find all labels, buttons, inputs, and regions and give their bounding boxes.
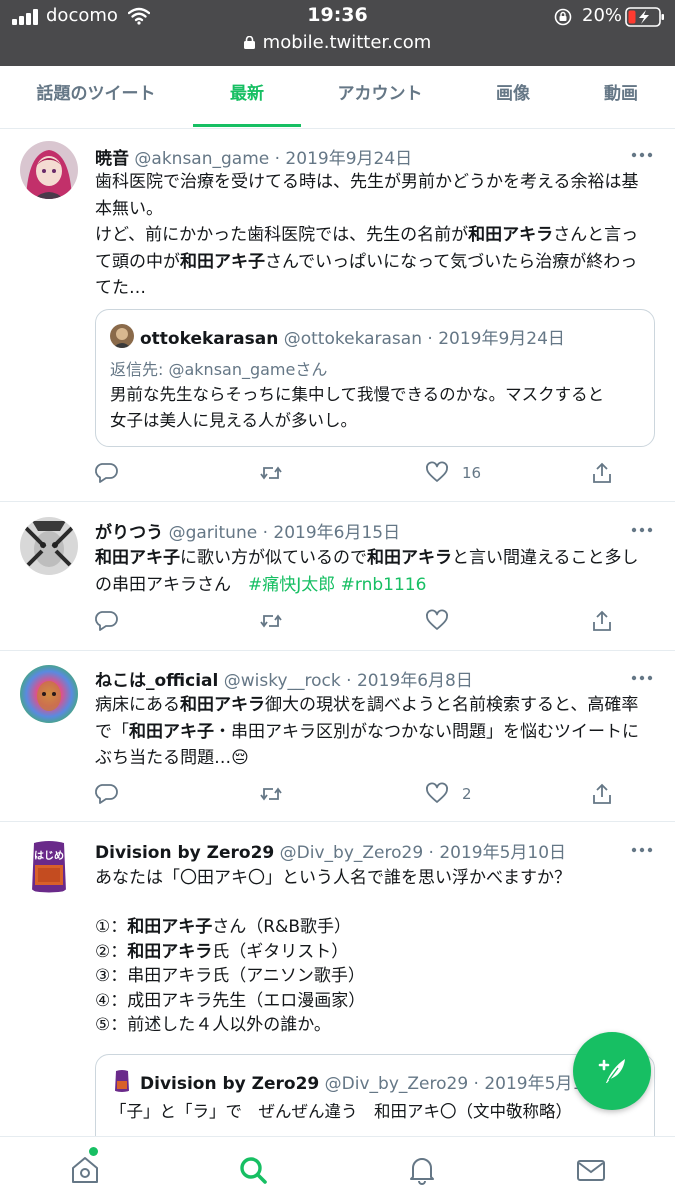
reply-icon[interactable] <box>94 782 118 806</box>
tab-videos[interactable]: 動画 <box>582 66 660 128</box>
tab-latest[interactable]: 最新 <box>193 66 301 128</box>
display-name: ottokekarasan <box>140 329 279 349</box>
tab-photos[interactable]: 画像 <box>470 66 556 128</box>
quoted-tweet-header: ottokekarasan @ottokekarasan · 2019年9月24… <box>140 324 565 349</box>
url-text: mobile.twitter.com <box>262 32 432 53</box>
bottom-navigation <box>0 1136 675 1200</box>
tab-accounts[interactable]: アカウント <box>320 66 440 128</box>
tweet-text: 病床にある和田アキラ御大の現状を調べようと名前検索すると、高確率 で「和田アキ子… <box>95 695 639 768</box>
display-name[interactable]: 暁音 <box>95 149 129 169</box>
compose-tweet-button[interactable] <box>573 1032 651 1110</box>
display-name[interactable]: Division by Zero29 <box>95 843 274 863</box>
search-icon[interactable] <box>238 1155 268 1185</box>
tweet-header: 暁音 @aknsan_game · 2019年9月24日 <box>95 144 412 169</box>
tweet[interactable]: ねこは_official @wisky__rock · 2019年6月8日 病床… <box>0 651 675 822</box>
battery-percentage: 20% <box>582 5 623 26</box>
more-icon[interactable] <box>630 526 654 534</box>
share-icon[interactable] <box>590 609 614 633</box>
tab-top[interactable]: 話題のツイート <box>16 66 176 128</box>
reply-to-label: 返信先: @aknsan_gameさん <box>110 360 328 379</box>
handle-and-date[interactable]: @garitune · 2019年6月15日 <box>169 523 401 543</box>
avatar <box>110 1069 134 1093</box>
tweet[interactable]: はじめ Division by Zero29 @Div_by_Zero29 · … <box>0 822 675 1154</box>
handle-and-date[interactable]: @aknsan_game · 2019年9月24日 <box>134 149 412 169</box>
avatar-label: はじめ <box>34 851 64 862</box>
active-tab-indicator <box>193 124 301 127</box>
avatar[interactable]: はじめ <box>20 837 78 895</box>
avatar[interactable] <box>20 141 78 199</box>
handle-and-date: @ottokekarasan · 2019年9月24日 <box>283 329 565 349</box>
home-notification-dot <box>89 1147 98 1156</box>
search-tabs: 話題のツイート 最新 アカウント 画像 動画 <box>0 66 675 129</box>
heart-icon[interactable] <box>425 461 449 485</box>
lock-icon <box>243 36 255 49</box>
tweet-text: 歯科医院で治療を受けてる時は、先生が男前かどうかを考える余裕は基 本無い。 けど… <box>95 172 639 298</box>
messages-icon[interactable] <box>576 1155 606 1185</box>
display-name[interactable]: がりつう <box>95 523 163 543</box>
clock: 19:36 <box>307 4 368 26</box>
tweet-header: ねこは_official @wisky__rock · 2019年6月8日 <box>95 666 473 691</box>
retweet-icon[interactable] <box>259 461 283 485</box>
status-bar: docomo 19:36 20% mobile.twitter.com <box>0 0 675 66</box>
handle-and-date[interactable]: @Div_by_Zero29 · 2019年5月10日 <box>280 843 566 863</box>
heart-icon[interactable] <box>425 609 449 633</box>
like-count: 2 <box>462 785 472 803</box>
more-icon[interactable] <box>630 846 654 854</box>
avatar[interactable] <box>20 665 78 723</box>
display-name: Division by Zero29 <box>140 1074 320 1094</box>
hashtag-link[interactable]: #痛快J太郎 <box>248 575 335 595</box>
heart-icon[interactable] <box>425 782 449 806</box>
address-bar[interactable]: mobile.twitter.com <box>0 32 675 53</box>
avatar <box>110 324 134 348</box>
hashtag-link[interactable]: #rnb1116 <box>341 575 427 595</box>
avatar[interactable] <box>20 517 78 575</box>
handle-and-date[interactable]: @wisky__rock · 2019年6月8日 <box>224 671 473 691</box>
more-icon[interactable] <box>630 674 654 682</box>
pensive-emoji: 😔 <box>231 748 249 768</box>
reply-icon[interactable] <box>94 461 118 485</box>
quoted-tweet-text: 男前な先生ならそっちに集中して我慢できるのかな。マスクすると 女子は美人に見える… <box>110 385 605 430</box>
retweet-icon[interactable] <box>259 609 283 633</box>
rotation-lock-icon <box>554 8 572 26</box>
home-icon[interactable] <box>70 1155 100 1185</box>
tweet[interactable]: 暁音 @aknsan_game · 2019年9月24日 歯科医院で治療を受けて… <box>0 130 675 502</box>
tweet-text: 和田アキ子に歌い方が似ているので和田アキラと言い間違えること多し の串田アキラさ… <box>95 548 639 595</box>
reply-icon[interactable] <box>94 609 118 633</box>
tweet-header: Division by Zero29 @Div_by_Zero29 · 2019… <box>95 838 566 863</box>
display-name[interactable]: ねこは_official <box>95 671 218 691</box>
tweet-header: がりつう @garitune · 2019年6月15日 <box>95 518 400 543</box>
share-icon[interactable] <box>590 782 614 806</box>
battery-icon <box>625 7 664 27</box>
compose-tweet-icon <box>598 1059 625 1083</box>
tweet[interactable]: がりつう @garitune · 2019年6月15日 和田アキ子に歌い方が似て… <box>0 502 675 651</box>
retweet-icon[interactable] <box>259 782 283 806</box>
handle-and-date: @Div_by_Zero29 · 2019年5月10 <box>324 1074 595 1094</box>
share-icon[interactable] <box>590 461 614 485</box>
tweet-text: あなたは「〇田アキ〇」という人名で誰を思い浮かべますか？ ①：和田アキ子さん（R… <box>95 868 571 1035</box>
quoted-tweet-header: Division by Zero29 @Div_by_Zero29 · 2019… <box>140 1069 594 1094</box>
quoted-tweet-text: 「子」と「ラ」で ぜんぜん違う 和田アキ〇（文中敬称略） <box>110 1102 572 1121</box>
more-icon[interactable] <box>630 151 654 159</box>
notifications-icon[interactable] <box>407 1155 437 1185</box>
like-count: 16 <box>462 464 482 482</box>
quoted-tweet[interactable]: ottokekarasan @ottokekarasan · 2019年9月24… <box>95 309 655 447</box>
